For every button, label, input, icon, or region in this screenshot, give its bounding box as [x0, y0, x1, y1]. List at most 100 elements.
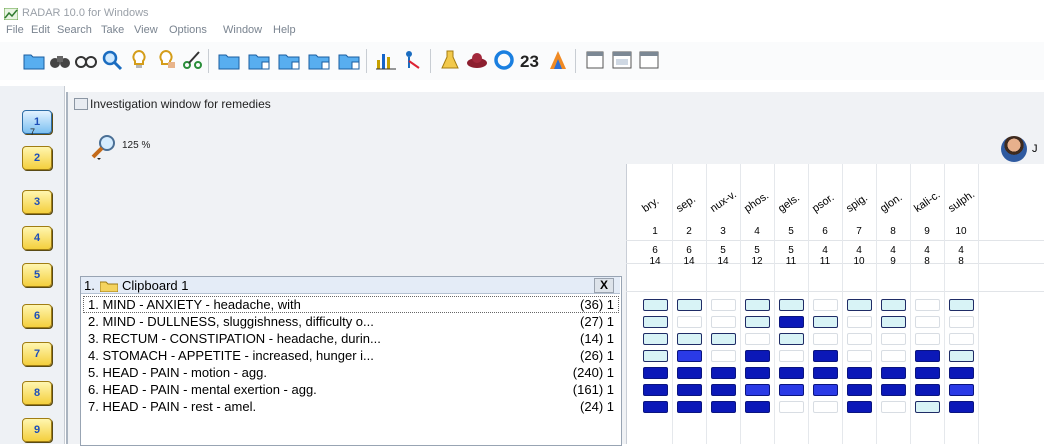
grade-cell[interactable]: [745, 401, 770, 413]
ring-icon[interactable]: [492, 48, 516, 72]
grade-cell[interactable]: [779, 333, 804, 345]
side-button-5[interactable]: 5: [22, 263, 52, 287]
grade-cell[interactable]: [813, 367, 838, 379]
grade-cell[interactable]: [711, 350, 736, 362]
magnifier-icon[interactable]: [100, 48, 124, 72]
menu-help[interactable]: Help: [273, 24, 296, 36]
number-23-icon[interactable]: 23: [519, 48, 543, 72]
grade-cell[interactable]: [949, 384, 974, 396]
grade-cell[interactable]: [711, 401, 736, 413]
grade-cell[interactable]: [881, 350, 906, 362]
grade-cell[interactable]: [711, 333, 736, 345]
clipboard-close-button[interactable]: X: [594, 278, 614, 293]
grade-cell[interactable]: [643, 367, 668, 379]
chart-icon[interactable]: [374, 48, 398, 72]
grade-cell[interactable]: [711, 316, 736, 328]
grade-cell[interactable]: [677, 350, 702, 362]
grade-cell[interactable]: [915, 350, 940, 362]
grade-cell[interactable]: [813, 384, 838, 396]
menu-window[interactable]: Window: [223, 24, 262, 36]
grade-cell[interactable]: [711, 384, 736, 396]
grade-cell[interactable]: [949, 333, 974, 345]
grade-cell[interactable]: [813, 401, 838, 413]
grade-cell[interactable]: [779, 316, 804, 328]
side-button-1[interactable]: 1: [22, 110, 52, 134]
grade-cell[interactable]: [779, 299, 804, 311]
grade-cell[interactable]: [745, 384, 770, 396]
binoculars-icon[interactable]: [48, 48, 72, 72]
clipboard-1-icon[interactable]: [217, 48, 241, 72]
grade-cell[interactable]: [847, 384, 872, 396]
window-1-icon[interactable]: [583, 48, 607, 72]
clipboard-5-icon[interactable]: [337, 48, 361, 72]
grade-cell[interactable]: [677, 333, 702, 345]
grade-cell[interactable]: [847, 367, 872, 379]
tree-icon[interactable]: [401, 48, 425, 72]
grade-cell[interactable]: [881, 333, 906, 345]
grade-cell[interactable]: [779, 350, 804, 362]
zoom-magnifier-icon[interactable]: [90, 133, 118, 161]
rubric-row[interactable]: 7. HEAD - PAIN - rest - amel. (24) 1: [84, 399, 618, 414]
grade-cell[interactable]: [881, 367, 906, 379]
hat-icon[interactable]: [465, 48, 489, 72]
grade-cell[interactable]: [915, 299, 940, 311]
grade-cell[interactable]: [779, 401, 804, 413]
grade-cell[interactable]: [949, 367, 974, 379]
grade-cell[interactable]: [915, 333, 940, 345]
side-button-6[interactable]: 6: [22, 304, 52, 328]
grade-cell[interactable]: [881, 401, 906, 413]
grade-cell[interactable]: [813, 316, 838, 328]
window-3-icon[interactable]: [637, 48, 661, 72]
side-button-9[interactable]: 9: [22, 418, 52, 442]
menu-view[interactable]: View: [134, 24, 158, 36]
grade-cell[interactable]: [745, 333, 770, 345]
grade-cell[interactable]: [847, 401, 872, 413]
grade-cell[interactable]: [881, 299, 906, 311]
grade-cell[interactable]: [779, 384, 804, 396]
grade-cell[interactable]: [677, 367, 702, 379]
grade-cell[interactable]: [745, 316, 770, 328]
grade-cell[interactable]: [677, 384, 702, 396]
rubric-row[interactable]: 5. HEAD - PAIN - motion - agg. (240) 1: [84, 365, 618, 380]
grade-cell[interactable]: [643, 316, 668, 328]
rubric-row[interactable]: 2. MIND - DULLNESS, sluggishness, diffic…: [84, 314, 618, 329]
grade-cell[interactable]: [745, 350, 770, 362]
side-button-3[interactable]: 3: [22, 190, 52, 214]
grade-cell[interactable]: [915, 401, 940, 413]
grade-cell[interactable]: [813, 299, 838, 311]
glasses-icon[interactable]: [74, 48, 98, 72]
clipboard-3-icon[interactable]: [277, 48, 301, 72]
flask-icon[interactable]: [438, 48, 462, 72]
scissors-icon[interactable]: [181, 48, 205, 72]
grade-cell[interactable]: [847, 350, 872, 362]
grade-cell[interactable]: [813, 333, 838, 345]
bulb-icon[interactable]: [127, 48, 151, 72]
grade-cell[interactable]: [949, 299, 974, 311]
grade-cell[interactable]: [643, 350, 668, 362]
grade-cell[interactable]: [643, 333, 668, 345]
clipboard-4-icon[interactable]: [307, 48, 331, 72]
grade-cell[interactable]: [677, 299, 702, 311]
grade-cell[interactable]: [711, 299, 736, 311]
menu-take[interactable]: Take: [101, 24, 124, 36]
menu-search[interactable]: Search: [57, 24, 92, 36]
grade-cell[interactable]: [643, 401, 668, 413]
gradient-icon[interactable]: [546, 48, 570, 72]
grade-cell[interactable]: [949, 350, 974, 362]
menu-file[interactable]: File: [6, 24, 24, 36]
grade-cell[interactable]: [745, 299, 770, 311]
grade-cell[interactable]: [847, 316, 872, 328]
grade-cell[interactable]: [677, 316, 702, 328]
rubric-row[interactable]: 3. RECTUM - CONSTIPATION - headache, dur…: [84, 331, 618, 346]
grade-cell[interactable]: [643, 384, 668, 396]
rubric-row[interactable]: 4. STOMACH - APPETITE - increased, hunge…: [84, 348, 618, 363]
bulb-hand-icon[interactable]: [154, 48, 178, 72]
side-button-7[interactable]: 7: [22, 342, 52, 366]
rubric-row[interactable]: 1. MIND - ANXIETY - headache, with (36) 1: [83, 296, 619, 313]
grade-cell[interactable]: [915, 384, 940, 396]
grade-cell[interactable]: [949, 401, 974, 413]
side-button-8[interactable]: 8: [22, 381, 52, 405]
grade-cell[interactable]: [779, 367, 804, 379]
grade-cell[interactable]: [711, 367, 736, 379]
grade-cell[interactable]: [881, 384, 906, 396]
